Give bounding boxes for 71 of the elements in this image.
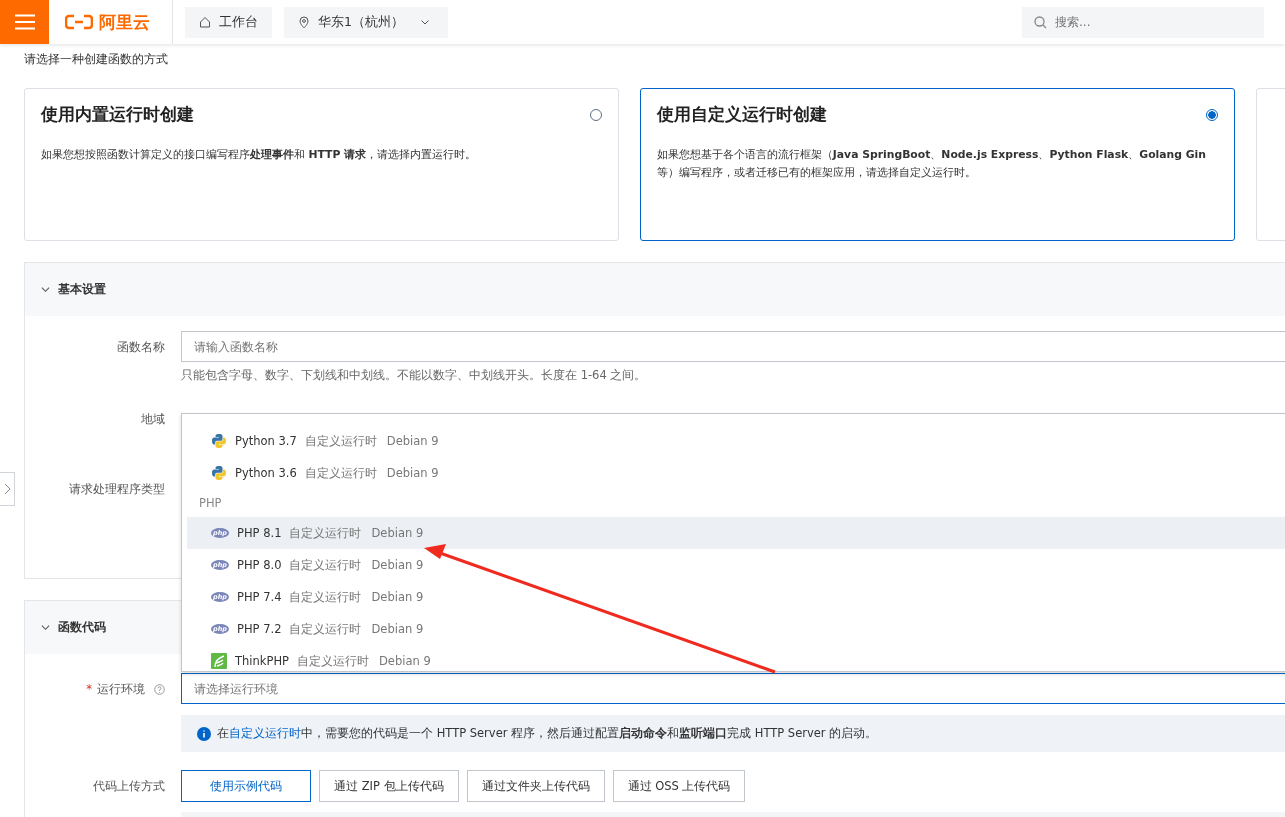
option-card[interactable]: 使用内置运行时创建 如果您想按照函数计算定义的接口编写程序处理事件和 HTTP 请求，请选择内置运行时。 [24, 88, 619, 241]
option-os: Debian 9 [371, 526, 424, 540]
field-label: 请求处理程序类型 [69, 481, 165, 497]
option-runtime: 自定义运行时 [289, 621, 362, 637]
option-name: Python 3.6 [235, 466, 297, 480]
option-name: Python 3.7 [235, 434, 297, 448]
option-os: Debian 9 [371, 590, 424, 604]
card-description: 如果您想按照函数计算定义的接口编写程序处理事件和 HTTP 请求，请选择内置运行时。 [41, 147, 478, 163]
location-pin-icon [298, 15, 310, 29]
group-label: PHP [198, 495, 223, 512]
option-os: Debian 9 [386, 466, 439, 480]
intro-text: 请选择一种创建函数的方式 [24, 52, 169, 67]
menu-button[interactable] [0, 0, 49, 44]
field-label: 地域 [141, 411, 165, 427]
upload-option-button[interactable]: 通过 ZIP 包上传代码 [319, 770, 459, 802]
option-runtime: 自定义运行时 [304, 465, 377, 481]
upload-option-button[interactable]: 通过 OSS 上传代码 [612, 770, 746, 802]
radio-button[interactable] [1205, 109, 1218, 121]
sidebar-toggle[interactable] [0, 472, 15, 506]
python-icon [211, 433, 227, 449]
field-label: 函数名称 [117, 339, 165, 355]
required-mark: * [86, 682, 92, 696]
notice-link[interactable]: 自定义运行时 [229, 726, 301, 740]
search-input[interactable]: 搜索... [1055, 15, 1235, 29]
dropdown-option[interactable]: ThinkPHP 自定义运行时 Debian 9 [187, 645, 1285, 671]
dropdown-option[interactable]: Python 3.7 自定义运行时 Debian 9 [187, 425, 1285, 457]
card-title: 使用内置运行时创建 [41, 103, 195, 126]
option-runtime: 自定义运行时 [289, 557, 362, 573]
option-name: PHP 8.0 [237, 558, 282, 572]
option-name: PHP 8.1 [237, 526, 282, 540]
chevron-icon[interactable] [41, 285, 50, 294]
option-name: ThinkPHP [235, 654, 289, 668]
python-icon [211, 465, 227, 481]
caret-icon [419, 17, 430, 27]
section-title: 函数代码 [58, 619, 106, 636]
logo-text: 阿里云 [99, 10, 150, 34]
option-os: Debian 9 [379, 654, 431, 668]
chevron-right-icon [3, 483, 11, 495]
help-text: 只能包含字母、数字、下划线和中划线。不能以数字、中划线开头。长度在 1-64 之间。 [181, 368, 648, 383]
section-title: 基本设置 [58, 281, 106, 298]
workbench-button[interactable]: 工作台 [185, 6, 272, 38]
home-icon [199, 16, 211, 28]
input-field[interactable]: 请输入函数名称 [181, 331, 1285, 362]
chevron-icon[interactable] [41, 623, 50, 632]
section-header[interactable]: 基本设置 [25, 263, 1285, 316]
field-label: 代码上传方式 [93, 778, 165, 794]
logo-icon [65, 14, 93, 30]
upload-option-button[interactable]: 使用示例代码 [181, 770, 311, 802]
card-description: 如果您想基于各个语言的流行框架（Java SpringBoot、Node.js Express、Python Flask、Golang Gin 等）编写程序，或者迁移已有的框架应用，请选择自定义运行时。 [656, 147, 1207, 181]
leaf-icon [211, 653, 227, 669]
search-icon [1034, 15, 1047, 29]
runtime-select[interactable]: 请选择运行环境 [181, 673, 1285, 704]
card-title: 使用自定义运行时创建 [656, 103, 828, 126]
dropdown-option[interactable]: Python 3.6 自定义运行时 Debian 9 [187, 457, 1285, 489]
option-card[interactable]: 使用自定义运行时创建 如果您想基于各个语言的流行框架（Java SpringBoot、Node.js Express、Python Flask、Golang Gin 等）编写程序，或者迁移已有的框架应用，请选择自定义运行时。 [639, 88, 1235, 241]
field-label: 运行环境 [97, 681, 145, 697]
option-os: Debian 9 [371, 622, 424, 636]
option-runtime: 自定义运行时 [289, 589, 362, 605]
info-icon [197, 726, 211, 741]
option-name: PHP 7.2 [237, 622, 282, 636]
search-field[interactable]: 搜索... [1022, 6, 1264, 38]
upload-option-button[interactable]: 通过文件夹上传代码 [466, 770, 605, 802]
region-selector[interactable]: 华东1（杭州） [284, 6, 448, 38]
menu-icon [14, 14, 35, 30]
option-runtime: 自定义运行时 [304, 433, 377, 449]
option-runtime: 自定义运行时 [289, 525, 362, 541]
option-os: Debian 9 [371, 558, 424, 572]
notice-text: 在自定义运行时中，需要您的代码是一个 HTTP Server 程序，然后通过配置启动命令和监听端口完成 HTTP Server 的启动。 [217, 726, 878, 741]
option-runtime: 自定义运行时 [297, 653, 369, 669]
option-os: Debian 9 [386, 434, 439, 448]
option-name: PHP 7.4 [237, 590, 282, 604]
